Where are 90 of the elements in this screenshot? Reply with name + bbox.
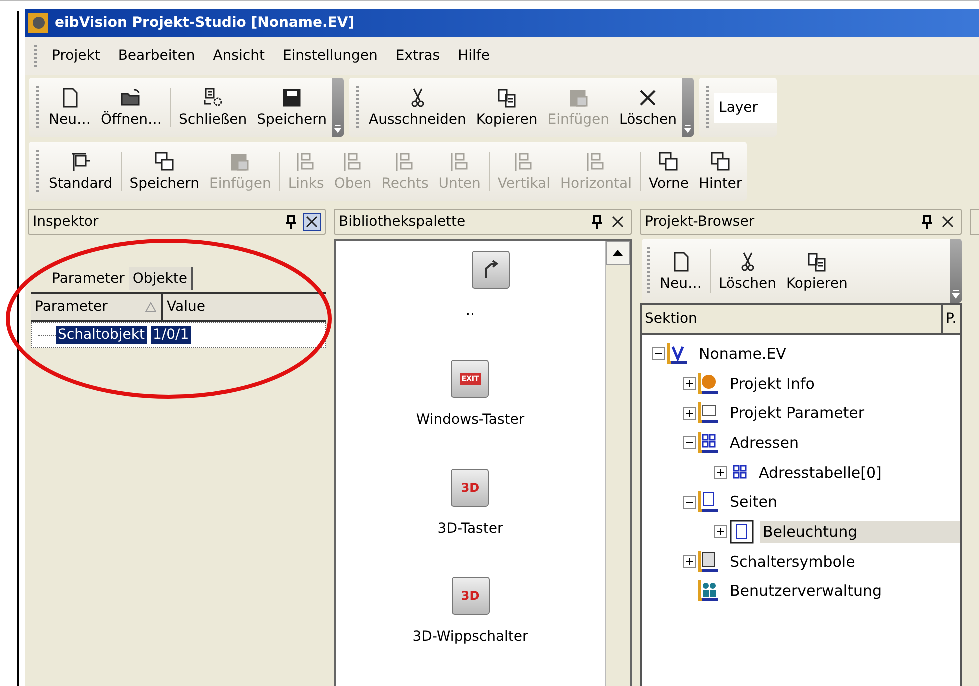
tree-label: Adresstabelle[0] [758,462,883,484]
pin-icon[interactable] [591,215,603,229]
tree-label: Adressen [729,432,800,454]
tab[interactable]: Parameter [48,267,129,290]
library-item[interactable]: .. [432,251,510,360]
tree-row[interactable]: Adresstabelle[0] [642,458,960,488]
toolbar-button[interactable]: Vorne [644,147,694,196]
library-item[interactable]: 3D 3D-Wippschalter [412,577,528,686]
tree-label: Projekt Info [729,374,816,395]
tree-row[interactable]: Projekt Info [642,368,960,398]
toolbar-button[interactable]: Löschen [614,83,682,132]
tree-label: Schaltersymbole [729,552,856,573]
menu-item[interactable]: Einstellungen [274,44,386,68]
menu-item[interactable]: Projekt [44,44,108,68]
panel-title: Bibliothekspalette [339,214,466,230]
column-header[interactable]: Sektion [642,305,941,333]
pin-icon[interactable] [921,215,933,229]
scrollbar[interactable] [605,241,630,686]
page-icon [729,518,755,545]
menu-item[interactable]: Hilfe [450,44,498,68]
column-header[interactable]: P. [941,305,960,333]
sort-icon [145,302,157,312]
button-symbol-icon: 3D [452,577,490,616]
column-header[interactable]: Value [161,294,326,320]
toolbar-button[interactable]: Neu… [44,83,96,132]
tree-label: Projekt Parameter [729,403,866,424]
collapse-icon[interactable] [652,347,665,360]
panel-title: Projekt-Browser [645,214,755,230]
button-symbol-icon: 3D [451,468,490,506]
toolbar-button[interactable]: Kopieren [471,83,543,132]
table-cell: 1/0/1 [150,326,192,344]
expand-icon[interactable] [683,377,696,390]
menu-item[interactable]: Bearbeiten [110,44,204,68]
tree-label: Benutzerverwaltung [729,581,883,602]
copy-icon [496,87,518,109]
library-label: 3D-Wippschalter [412,629,528,646]
tree-row[interactable]: Schaltersymbole [642,546,960,576]
copy-icon [806,250,828,272]
toolbar-button[interactable]: Neu… [655,246,707,296]
overflow-icon[interactable] [682,78,694,137]
library-label: 3D-Taster [438,520,504,536]
collapse-icon[interactable] [683,496,696,509]
tree-row[interactable]: Noname.EV [642,339,960,369]
tree-label: Noname.EV [698,344,788,365]
menu-item[interactable]: Ansicht [205,44,273,68]
toolbar-button[interactable]: Löschen [714,246,782,296]
column-header[interactable]: Parameter [31,294,161,320]
app-icon [27,12,49,34]
overflow-icon[interactable] [332,78,344,137]
tree-row[interactable]: Seiten [642,487,960,518]
table-row[interactable]: Schaltobjekt 1/0/1 [31,322,326,348]
expand-icon[interactable] [683,406,696,420]
close-icon[interactable] [303,213,321,231]
scroll-up-icon[interactable] [606,241,630,265]
toolbar-button[interactable]: Schließen [174,83,252,132]
menu-item[interactable]: Extras [388,44,448,68]
toolbar-button[interactable]: Ausschneiden [364,83,472,132]
document-icon [202,87,224,109]
tree-label: Seiten [729,492,779,514]
layers-icon [658,151,680,173]
tab[interactable]: Objekte [128,267,194,290]
toolbar-button[interactable]: Öffnen… [96,83,167,132]
expand-icon[interactable] [714,525,727,538]
library-item[interactable]: 3D 3D-Taster [438,468,504,578]
toolbar-button[interactable]: Speichern [252,83,332,132]
tree-row[interactable]: Adressen [642,428,960,458]
toolbar-button[interactable]: Hinter [694,147,748,196]
panel-title: Inspektor [33,214,99,230]
tree-row[interactable]: Projekt Parameter [642,398,960,428]
tree-row[interactable]: Benutzerverwaltung [642,576,960,606]
library-label: .. [466,303,475,319]
toolbar-button[interactable]: Kopieren [781,246,853,296]
tree-label: Beleuchtung [760,520,960,543]
layers-icon [710,151,732,173]
table-cell: Schaltobjekt [56,326,147,344]
collapse-icon[interactable] [683,436,696,450]
toolbar-button[interactable]: Standard [44,147,118,196]
frame-icon [70,151,92,173]
pin-icon[interactable] [285,215,297,229]
tree-row[interactable]: Beleuchtung [642,517,960,547]
expand-icon[interactable] [714,466,727,480]
folder-icon [120,87,142,109]
library-label: Windows-Taster [416,412,525,428]
align-icon [448,151,471,173]
expand-icon[interactable] [683,555,696,568]
windows-icon [154,151,176,173]
toolbar-button[interactable]: Speichern [124,147,205,196]
overflow-icon[interactable] [950,239,962,303]
layer-field[interactable]: Layer [714,92,778,122]
window-title: eibVision Projekt-Studio [Noname.EV] [55,15,355,31]
